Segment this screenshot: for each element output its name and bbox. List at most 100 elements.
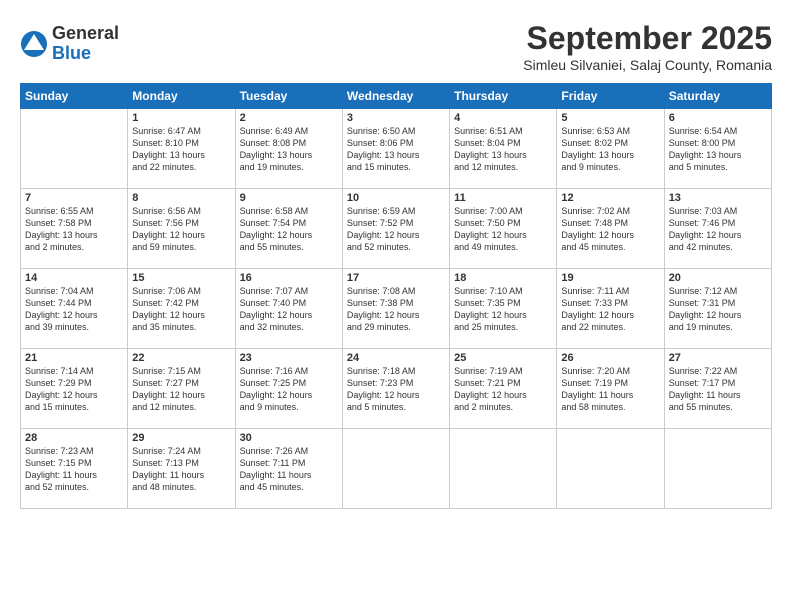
day-number: 30	[240, 432, 338, 444]
table-cell	[557, 429, 664, 509]
col-tuesday: Tuesday	[235, 84, 342, 109]
logo-general: General	[52, 24, 119, 44]
day-number: 25	[454, 352, 552, 364]
table-cell: 24Sunrise: 7:18 AMSunset: 7:23 PMDayligh…	[342, 349, 449, 429]
calendar-header: Sunday Monday Tuesday Wednesday Thursday…	[21, 84, 772, 109]
day-info: Sunrise: 6:58 AMSunset: 7:54 PMDaylight:…	[240, 205, 338, 254]
day-number: 8	[132, 192, 230, 204]
month-title: September 2025	[523, 20, 772, 57]
day-info: Sunrise: 6:54 AMSunset: 8:00 PMDaylight:…	[669, 125, 767, 174]
day-number: 4	[454, 112, 552, 124]
table-cell: 5Sunrise: 6:53 AMSunset: 8:02 PMDaylight…	[557, 109, 664, 189]
day-number: 9	[240, 192, 338, 204]
day-number: 18	[454, 272, 552, 284]
table-cell: 10Sunrise: 6:59 AMSunset: 7:52 PMDayligh…	[342, 189, 449, 269]
location: Simleu Silvaniei, Salaj County, Romania	[523, 57, 772, 73]
table-cell: 17Sunrise: 7:08 AMSunset: 7:38 PMDayligh…	[342, 269, 449, 349]
day-number: 17	[347, 272, 445, 284]
table-cell: 19Sunrise: 7:11 AMSunset: 7:33 PMDayligh…	[557, 269, 664, 349]
table-cell	[664, 429, 771, 509]
table-cell	[450, 429, 557, 509]
day-number: 1	[132, 112, 230, 124]
day-info: Sunrise: 7:06 AMSunset: 7:42 PMDaylight:…	[132, 285, 230, 334]
logo-text: General Blue	[52, 24, 119, 64]
table-cell: 8Sunrise: 6:56 AMSunset: 7:56 PMDaylight…	[128, 189, 235, 269]
table-cell: 20Sunrise: 7:12 AMSunset: 7:31 PMDayligh…	[664, 269, 771, 349]
day-number: 3	[347, 112, 445, 124]
day-number: 19	[561, 272, 659, 284]
day-number: 10	[347, 192, 445, 204]
day-info: Sunrise: 6:50 AMSunset: 8:06 PMDaylight:…	[347, 125, 445, 174]
col-thursday: Thursday	[450, 84, 557, 109]
page: General Blue September 2025 Simleu Silva…	[0, 0, 792, 612]
table-cell: 15Sunrise: 7:06 AMSunset: 7:42 PMDayligh…	[128, 269, 235, 349]
day-number: 21	[25, 352, 123, 364]
table-cell: 29Sunrise: 7:24 AMSunset: 7:13 PMDayligh…	[128, 429, 235, 509]
day-number: 6	[669, 112, 767, 124]
day-info: Sunrise: 7:19 AMSunset: 7:21 PMDaylight:…	[454, 365, 552, 414]
calendar: Sunday Monday Tuesday Wednesday Thursday…	[20, 83, 772, 509]
table-cell: 7Sunrise: 6:55 AMSunset: 7:58 PMDaylight…	[21, 189, 128, 269]
day-number: 28	[25, 432, 123, 444]
day-number: 15	[132, 272, 230, 284]
day-info: Sunrise: 7:26 AMSunset: 7:11 PMDaylight:…	[240, 445, 338, 494]
col-monday: Monday	[128, 84, 235, 109]
day-number: 26	[561, 352, 659, 364]
title-block: September 2025 Simleu Silvaniei, Salaj C…	[523, 20, 772, 73]
col-saturday: Saturday	[664, 84, 771, 109]
table-cell: 11Sunrise: 7:00 AMSunset: 7:50 PMDayligh…	[450, 189, 557, 269]
day-number: 29	[132, 432, 230, 444]
table-cell: 14Sunrise: 7:04 AMSunset: 7:44 PMDayligh…	[21, 269, 128, 349]
table-cell: 16Sunrise: 7:07 AMSunset: 7:40 PMDayligh…	[235, 269, 342, 349]
day-number: 2	[240, 112, 338, 124]
day-number: 7	[25, 192, 123, 204]
table-cell: 28Sunrise: 7:23 AMSunset: 7:15 PMDayligh…	[21, 429, 128, 509]
calendar-body: 1Sunrise: 6:47 AMSunset: 8:10 PMDaylight…	[21, 109, 772, 509]
table-cell: 21Sunrise: 7:14 AMSunset: 7:29 PMDayligh…	[21, 349, 128, 429]
day-info: Sunrise: 6:53 AMSunset: 8:02 PMDaylight:…	[561, 125, 659, 174]
day-info: Sunrise: 6:47 AMSunset: 8:10 PMDaylight:…	[132, 125, 230, 174]
day-number: 5	[561, 112, 659, 124]
day-info: Sunrise: 7:20 AMSunset: 7:19 PMDaylight:…	[561, 365, 659, 414]
day-number: 27	[669, 352, 767, 364]
col-friday: Friday	[557, 84, 664, 109]
day-number: 24	[347, 352, 445, 364]
header: General Blue September 2025 Simleu Silva…	[20, 20, 772, 73]
day-info: Sunrise: 7:00 AMSunset: 7:50 PMDaylight:…	[454, 205, 552, 254]
table-cell: 27Sunrise: 7:22 AMSunset: 7:17 PMDayligh…	[664, 349, 771, 429]
table-cell: 13Sunrise: 7:03 AMSunset: 7:46 PMDayligh…	[664, 189, 771, 269]
day-info: Sunrise: 7:24 AMSunset: 7:13 PMDaylight:…	[132, 445, 230, 494]
day-info: Sunrise: 6:49 AMSunset: 8:08 PMDaylight:…	[240, 125, 338, 174]
day-info: Sunrise: 7:23 AMSunset: 7:15 PMDaylight:…	[25, 445, 123, 494]
day-info: Sunrise: 7:07 AMSunset: 7:40 PMDaylight:…	[240, 285, 338, 334]
table-cell: 6Sunrise: 6:54 AMSunset: 8:00 PMDaylight…	[664, 109, 771, 189]
day-number: 16	[240, 272, 338, 284]
day-info: Sunrise: 6:51 AMSunset: 8:04 PMDaylight:…	[454, 125, 552, 174]
table-cell: 26Sunrise: 7:20 AMSunset: 7:19 PMDayligh…	[557, 349, 664, 429]
day-info: Sunrise: 7:04 AMSunset: 7:44 PMDaylight:…	[25, 285, 123, 334]
day-info: Sunrise: 7:16 AMSunset: 7:25 PMDaylight:…	[240, 365, 338, 414]
day-info: Sunrise: 6:56 AMSunset: 7:56 PMDaylight:…	[132, 205, 230, 254]
table-cell: 22Sunrise: 7:15 AMSunset: 7:27 PMDayligh…	[128, 349, 235, 429]
table-cell: 12Sunrise: 7:02 AMSunset: 7:48 PMDayligh…	[557, 189, 664, 269]
day-number: 22	[132, 352, 230, 364]
logo-blue: Blue	[52, 44, 119, 64]
table-cell: 18Sunrise: 7:10 AMSunset: 7:35 PMDayligh…	[450, 269, 557, 349]
day-info: Sunrise: 6:59 AMSunset: 7:52 PMDaylight:…	[347, 205, 445, 254]
day-info: Sunrise: 7:02 AMSunset: 7:48 PMDaylight:…	[561, 205, 659, 254]
table-cell: 25Sunrise: 7:19 AMSunset: 7:21 PMDayligh…	[450, 349, 557, 429]
day-info: Sunrise: 7:12 AMSunset: 7:31 PMDaylight:…	[669, 285, 767, 334]
table-cell: 30Sunrise: 7:26 AMSunset: 7:11 PMDayligh…	[235, 429, 342, 509]
day-number: 11	[454, 192, 552, 204]
day-number: 20	[669, 272, 767, 284]
col-sunday: Sunday	[21, 84, 128, 109]
day-info: Sunrise: 7:11 AMSunset: 7:33 PMDaylight:…	[561, 285, 659, 334]
table-cell: 9Sunrise: 6:58 AMSunset: 7:54 PMDaylight…	[235, 189, 342, 269]
table-cell	[21, 109, 128, 189]
day-number: 23	[240, 352, 338, 364]
day-info: Sunrise: 7:14 AMSunset: 7:29 PMDaylight:…	[25, 365, 123, 414]
logo: General Blue	[20, 24, 119, 64]
header-row: Sunday Monday Tuesday Wednesday Thursday…	[21, 84, 772, 109]
day-info: Sunrise: 7:03 AMSunset: 7:46 PMDaylight:…	[669, 205, 767, 254]
table-cell: 2Sunrise: 6:49 AMSunset: 8:08 PMDaylight…	[235, 109, 342, 189]
